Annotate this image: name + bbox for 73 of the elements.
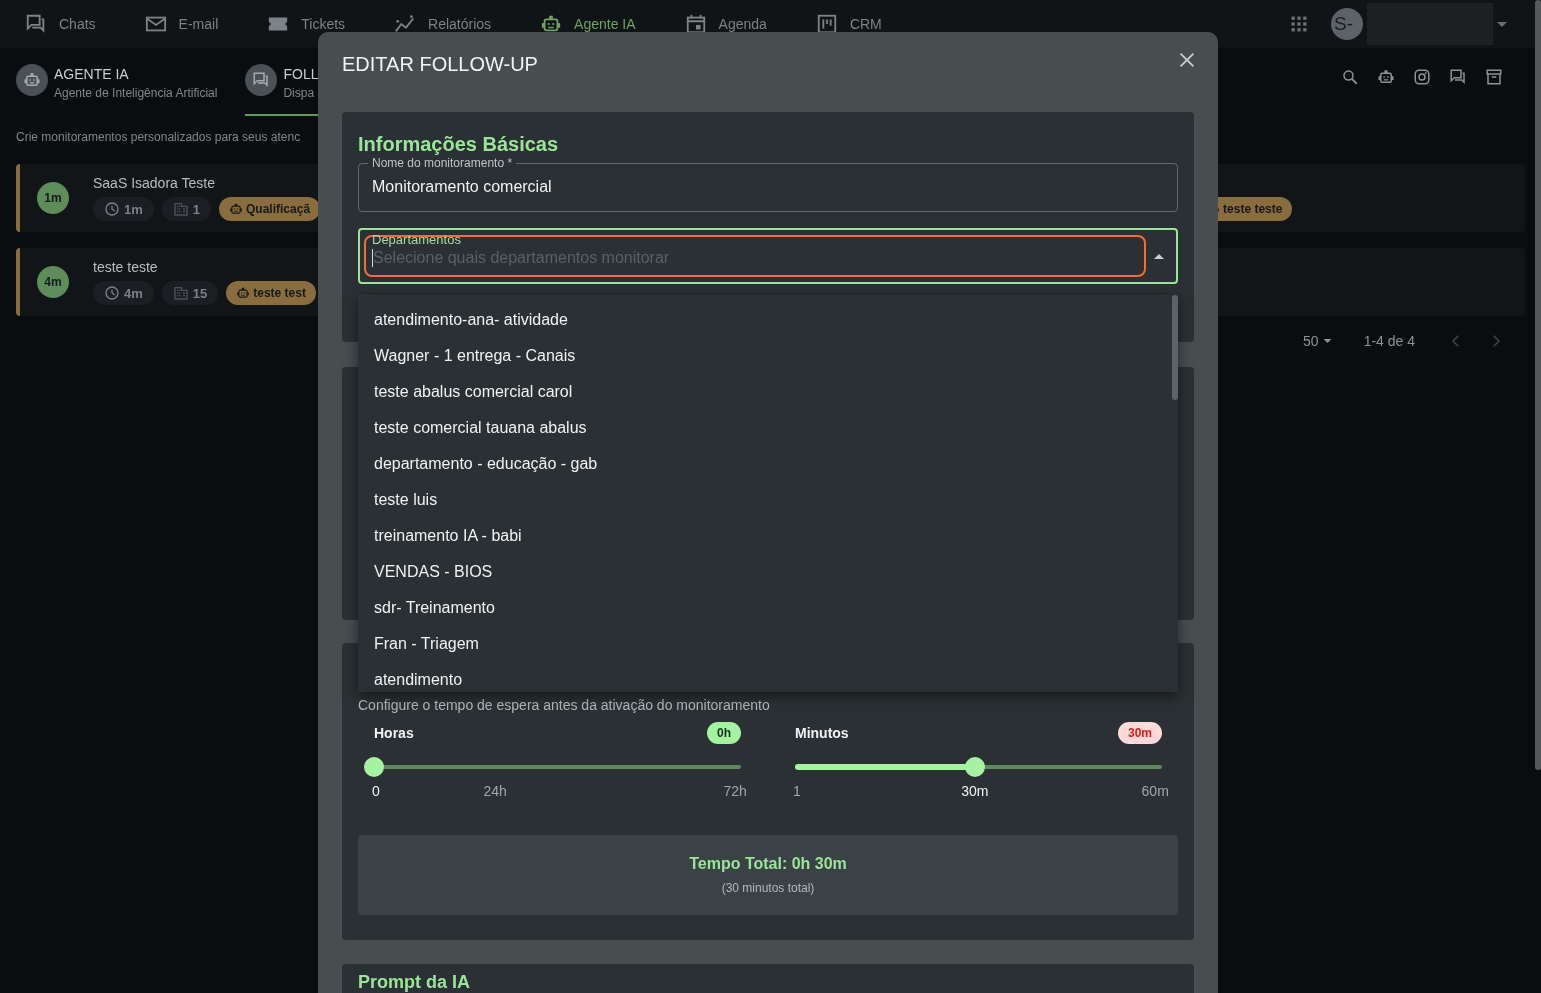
clock-icon [104, 201, 120, 217]
page-description: Crie monitoramentos personalizados para seus atenc [16, 130, 301, 144]
chart-icon [394, 13, 417, 35]
section-title: Informações Básicas [358, 132, 560, 156]
nav-item[interactable]: Chats [25, 13, 96, 35]
monitor-name: teste teste [93, 259, 158, 275]
caret-icon [1154, 253, 1164, 259]
total-time: Tempo Total: 0h 30m [689, 855, 847, 873]
robot-icon [229, 202, 244, 216]
apps-grid-icon[interactable] [1289, 14, 1309, 34]
slider-mark-label: 0 [372, 783, 380, 799]
dropdown-option[interactable]: Fran - Triagem [358, 626, 1172, 662]
slider-label: Minutos [795, 725, 849, 741]
wait-chip: 1m [93, 197, 154, 221]
chat-icon [252, 71, 271, 89]
camera-icon[interactable] [1413, 68, 1431, 86]
slider-label: Horas [374, 725, 414, 741]
slider-mark-label: 30m [961, 783, 989, 799]
calendar-icon [684, 13, 707, 35]
scrollbar[interactable] [1535, 0, 1541, 770]
rows-per-page[interactable]: 50 [1303, 333, 1332, 349]
timing-description: Configure o tempo de espera antes da ativação do monitoramento [358, 697, 771, 713]
total-minutes-note: (30 minutos total) [721, 881, 815, 895]
dropdown-option[interactable]: teste luis [358, 482, 1172, 518]
building-icon [172, 201, 189, 217]
chat-icon [25, 13, 47, 35]
section-tab[interactable]: AGENTE IA Agente de Inteligência Artificial [16, 64, 246, 116]
slider-thumb[interactable] [364, 757, 384, 777]
dropdown-option[interactable]: teste comercial tauana abalus [358, 410, 1172, 446]
robot-icon [23, 71, 41, 89]
dropdown-option[interactable]: teste abalus comercial carol [358, 374, 1172, 410]
nav-item[interactable]: Agente IA [540, 13, 636, 35]
agent-chip: teste test [226, 281, 316, 305]
scrollbar[interactable] [1172, 295, 1178, 400]
slider-mark-label: 72h [723, 783, 747, 799]
dropdown-option[interactable]: departamento - educação - gab [358, 446, 1172, 482]
wait-badge: 4m [37, 266, 69, 298]
nav-item[interactable]: E-mail [144, 13, 219, 35]
dropdown-option[interactable]: treinamento IA - babi [358, 518, 1172, 554]
departments-chip: 1 [161, 197, 212, 221]
monitor-name: SaaS Isadora Teste [93, 175, 215, 191]
robot-icon[interactable] [1377, 68, 1395, 86]
value-badge: 0h [707, 722, 741, 744]
slider-mark-label: 1 [793, 783, 801, 799]
name-field[interactable]: Nome do monitoramento * Monitoramento comercial [358, 156, 1178, 212]
wait-chip: 4m [93, 281, 154, 305]
search-icon[interactable] [1341, 68, 1359, 86]
nav-item[interactable]: Relatórios [394, 13, 492, 35]
board-icon [815, 13, 838, 35]
clock-icon [104, 285, 120, 301]
dropdown-option[interactable]: sdr- Treinamento [358, 590, 1172, 626]
chat-icon[interactable] [1449, 68, 1467, 86]
dropdown-option[interactable]: Wagner - 1 entrega - Canais [358, 338, 1172, 374]
slider-mark-label: 60m [1141, 783, 1169, 799]
wait-badge: 1m [37, 182, 69, 214]
nav-item[interactable]: Tickets [267, 13, 346, 35]
archive-icon[interactable] [1485, 68, 1503, 86]
caret-icon [1322, 339, 1332, 343]
agent-chip: Qualificaçã [219, 197, 321, 221]
section-title: Prompt da IA [358, 972, 471, 992]
robot-icon [236, 286, 251, 300]
page-range: 1-4 de 4 [1363, 333, 1415, 349]
dropdown-option[interactable]: VENDAS - BIOS [358, 554, 1172, 590]
dropdown-option[interactable]: atendimento [358, 662, 1172, 692]
building-icon [172, 285, 189, 301]
dropdown-option[interactable]: atendimento-ana- atividade [358, 302, 1172, 338]
value-badge: 30m [1117, 722, 1162, 744]
nav-item[interactable]: CRM [815, 13, 882, 35]
nav-item[interactable]: Agenda [684, 13, 767, 35]
slider-mark-label: 24h [483, 783, 507, 799]
departments-chip: 15 [161, 281, 219, 305]
caret-icon[interactable] [1497, 21, 1507, 27]
slider-thumb[interactable] [964, 757, 985, 777]
